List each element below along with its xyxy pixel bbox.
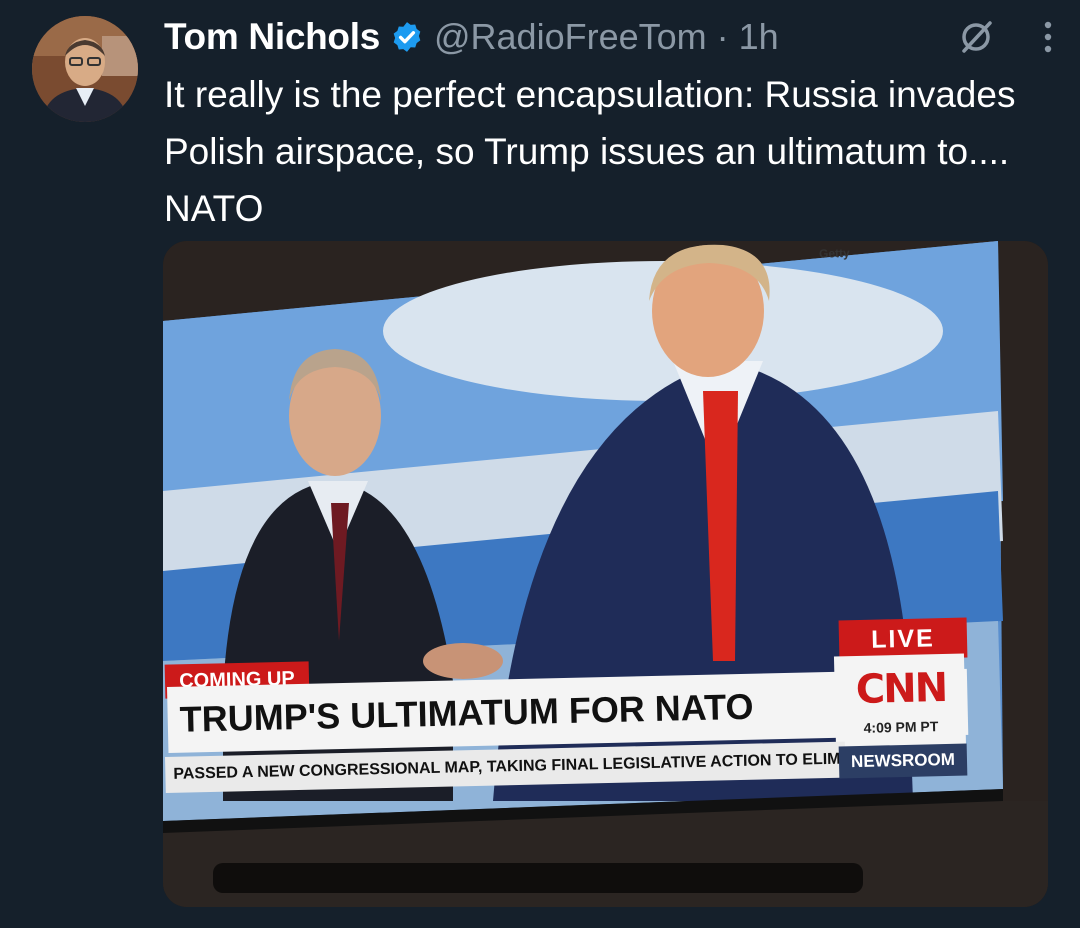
avatar[interactable] (32, 16, 138, 122)
author-handle[interactable]: @RadioFreeTom (434, 16, 707, 58)
tweet-text: It really is the perfect encapsulation: … (164, 74, 1016, 229)
grok-icon[interactable] (954, 15, 998, 59)
tweet-header: Tom Nichols @RadioFreeTom · 1h (164, 12, 1060, 62)
more-options-icon[interactable] (1036, 15, 1060, 59)
tv-photo (163, 241, 1048, 907)
tweet-media-image[interactable]: Getty LIVE COMING UP TRUMP'S ULTIMATUM F… (163, 241, 1048, 907)
author-name[interactable]: Tom Nichols (164, 16, 380, 58)
tweet-time[interactable]: · 1h (717, 16, 779, 58)
verified-badge-icon (393, 22, 421, 52)
